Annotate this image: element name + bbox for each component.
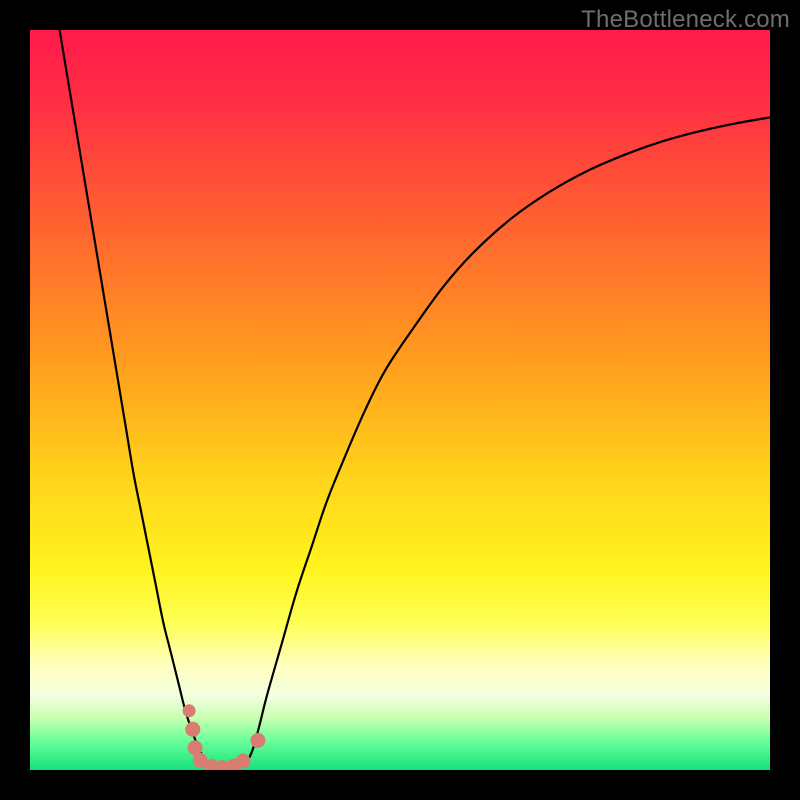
watermark-text: TheBottleneck.com xyxy=(581,6,790,34)
data-marker xyxy=(251,733,265,747)
plot-area xyxy=(30,30,770,770)
data-marker xyxy=(236,754,250,768)
data-marker xyxy=(188,741,202,755)
gradient-background xyxy=(30,30,770,770)
data-marker xyxy=(183,705,195,717)
bottleneck-chart xyxy=(30,30,770,770)
chart-frame: TheBottleneck.com xyxy=(0,0,800,800)
data-marker xyxy=(186,722,200,736)
